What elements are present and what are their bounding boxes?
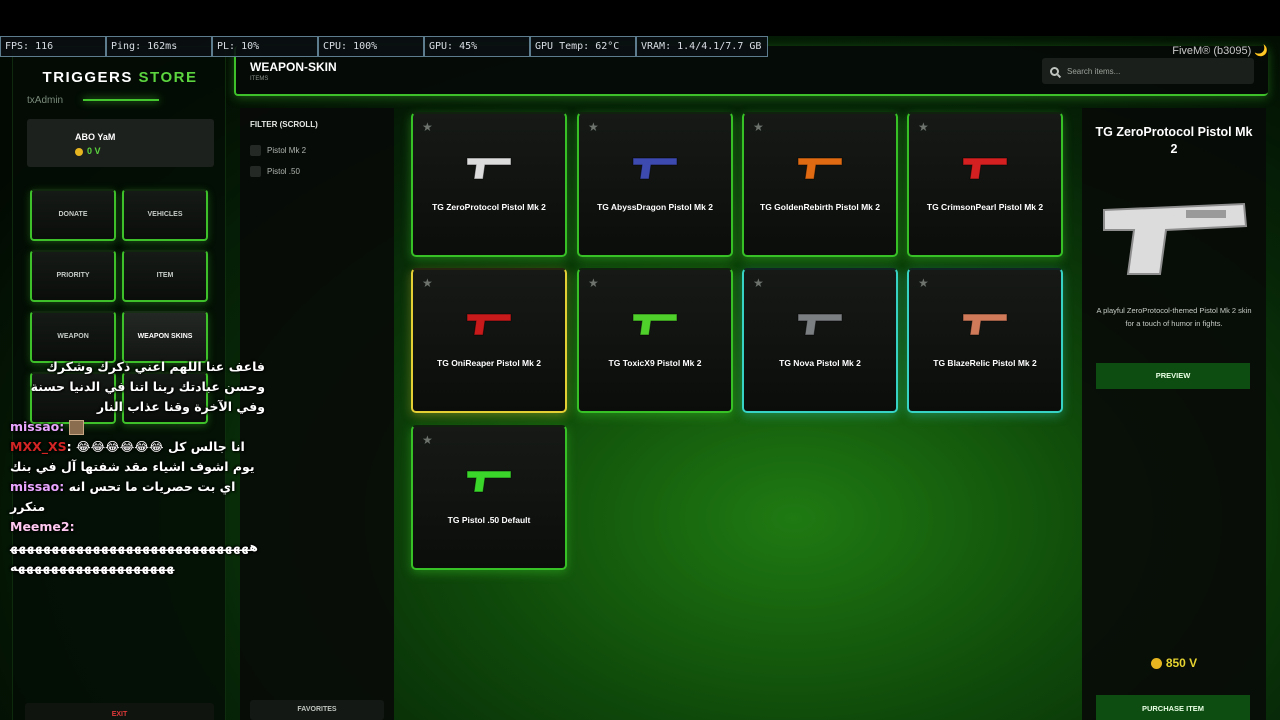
- chat-message: Meeme2: ههههههههههههههههههههههههههههههههه…: [10, 517, 265, 577]
- performance-overlay: FPS: 116 Ping: 162ms PL: 10% CPU: 100% G…: [0, 36, 768, 57]
- favorite-star-icon[interactable]: ★: [753, 120, 764, 134]
- chat-author: MXX_XS: [10, 439, 67, 454]
- item-card[interactable]: ★ TG AbyssDragon Pistol Mk 2: [577, 112, 733, 257]
- user-name: ABO YaM: [75, 132, 116, 142]
- brand-part2: STORE: [138, 69, 198, 86]
- item-name: TG OniReaper Pistol Mk 2: [437, 358, 541, 368]
- pistol-icon: [962, 313, 1008, 336]
- favorite-star-icon[interactable]: ★: [753, 276, 764, 290]
- item-card[interactable]: ★ TG GoldenRebirth Pistol Mk 2: [742, 112, 898, 257]
- image-thumbnail: [68, 420, 84, 435]
- pistol-icon: [466, 157, 512, 180]
- item-name: TG CrimsonPearl Pistol Mk 2: [926, 202, 1044, 212]
- pistol-icon: [632, 313, 678, 336]
- user-balance-value: 0 V: [87, 146, 101, 156]
- coin-icon: [75, 147, 83, 156]
- category-donate-button[interactable]: DONATE: [30, 189, 116, 241]
- chat-message: فاعف عنا اللهم اعني ذكرك وشكرك وحسن عباد…: [10, 357, 265, 417]
- packet-loss-readout: PL: 10%: [212, 36, 318, 57]
- item-name: TG BlazeRelic Pistol Mk 2: [933, 358, 1037, 368]
- pistol-icon: [466, 470, 512, 493]
- category-weapon-skins-button[interactable]: WEAPON SKINS: [122, 311, 208, 363]
- fps-readout: FPS: 116: [0, 36, 106, 57]
- search-box[interactable]: [1042, 58, 1254, 84]
- search-input[interactable]: [1067, 66, 1237, 76]
- cpu-readout: CPU: 100%: [318, 36, 424, 57]
- client-version-label: FiveM® (b3095) 🌙: [1172, 45, 1268, 57]
- pistol-icon: [466, 313, 512, 336]
- favorite-star-icon[interactable]: ★: [588, 120, 599, 134]
- favorite-star-icon[interactable]: ★: [918, 120, 929, 134]
- user-card: ABO YaM 0 V: [27, 119, 214, 167]
- brand-part1: TRIGGERS: [42, 69, 133, 86]
- selected-item-description: A playful ZeroProtocol-themed Pistol Mk …: [1096, 306, 1252, 328]
- item-name: TG ToxicX9 Pistol Mk 2: [608, 358, 702, 368]
- page-subtitle: ITEMS: [250, 76, 269, 82]
- top-black-band: [0, 0, 1280, 36]
- chat-message: missao:: [10, 417, 265, 437]
- item-card[interactable]: ★ TG OniReaper Pistol Mk 2: [411, 268, 567, 413]
- filter-option-pistol-mk2[interactable]: Pistol Mk 2: [250, 145, 306, 156]
- filter-title: FILTER (SCROLL): [250, 120, 318, 129]
- chat-message: MXX_XS: 😂😂😂😂😂😂 انا جالس كل يوم اشوف اشيا…: [10, 437, 265, 477]
- favorite-star-icon[interactable]: ★: [918, 276, 929, 290]
- item-name: TG ZeroProtocol Pistol Mk 2: [432, 202, 546, 212]
- txadmin-label: txAdmin: [27, 95, 64, 106]
- chat-author: missao:: [10, 419, 65, 434]
- item-name: TG Nova Pistol Mk 2: [779, 358, 861, 368]
- filter-option-pistol-50[interactable]: Pistol .50: [250, 166, 300, 177]
- selected-item-title: TG ZeroProtocol Pistol Mk 2: [1095, 125, 1253, 156]
- item-name: TG Pistol .50 Default: [447, 515, 531, 525]
- favorite-star-icon[interactable]: ★: [422, 276, 433, 290]
- user-balance: 0 V: [75, 146, 101, 156]
- pistol-icon: [632, 157, 678, 180]
- category-priority-button[interactable]: PRIORITY: [30, 250, 116, 302]
- selected-pistol-icon: [1103, 202, 1248, 275]
- item-card[interactable]: ★ TG ToxicX9 Pistol Mk 2: [577, 268, 733, 413]
- chat-message: missao: اي بت حصريات ما تحس انه منكرر: [10, 477, 265, 517]
- store-logo: TRIGGERS STORE: [13, 69, 227, 86]
- purchase-button[interactable]: PURCHASE ITEM: [1096, 695, 1250, 720]
- item-card[interactable]: ★ TG Nova Pistol Mk 2: [742, 268, 898, 413]
- favorite-star-icon[interactable]: ★: [422, 433, 433, 447]
- filter-checkbox[interactable]: [250, 145, 261, 156]
- exit-button[interactable]: EXIT: [25, 703, 214, 720]
- vram-readout: VRAM: 1.4/4.1/7.7 GB: [636, 36, 768, 57]
- search-icon: [1050, 66, 1059, 76]
- preview-button[interactable]: PREVIEW: [1096, 363, 1250, 389]
- item-name: TG GoldenRebirth Pistol Mk 2: [760, 202, 880, 212]
- pistol-icon: [962, 157, 1008, 180]
- item-details-panel: TG ZeroProtocol Pistol Mk 2 A playful Ze…: [1082, 108, 1266, 720]
- favorite-star-icon[interactable]: ★: [588, 276, 599, 290]
- brand-underline: [83, 99, 159, 101]
- favorites-button[interactable]: FAVORITES: [250, 700, 384, 720]
- item-name: TG AbyssDragon Pistol Mk 2: [597, 202, 713, 212]
- gpu-temp-readout: GPU Temp: 62°C: [530, 36, 636, 57]
- item-price-value: 850 V: [1165, 656, 1198, 670]
- category-item-button[interactable]: ITEM: [122, 250, 208, 302]
- page-title: WEAPON-SKIN: [250, 60, 337, 74]
- item-card[interactable]: ★ TG Pistol .50 Default: [411, 425, 567, 570]
- coin-icon: [1150, 658, 1162, 670]
- pistol-icon: [797, 313, 843, 336]
- pistol-icon: [797, 157, 843, 180]
- filter-option-label: Pistol .50: [267, 167, 300, 176]
- chat-overlay: فاعف عنا اللهم اعني ذكرك وشكرك وحسن عباد…: [10, 357, 265, 577]
- chat-author: missao:: [10, 479, 65, 494]
- filter-option-label: Pistol Mk 2: [267, 146, 307, 155]
- item-card[interactable]: ★ TG ZeroProtocol Pistol Mk 2: [411, 112, 567, 257]
- favorite-star-icon[interactable]: ★: [422, 120, 433, 134]
- item-card[interactable]: ★ TG BlazeRelic Pistol Mk 2: [907, 268, 1063, 413]
- item-card[interactable]: ★ TG CrimsonPearl Pistol Mk 2: [907, 112, 1063, 257]
- gpu-readout: GPU: 45%: [424, 36, 530, 57]
- chat-text: هههههههههههههههههههههههههههههههههههههههه…: [10, 539, 258, 574]
- category-weapon-button[interactable]: WEAPON: [30, 311, 116, 363]
- category-vehicles-button[interactable]: VEHICLES: [122, 189, 208, 241]
- chat-text: فاعف عنا اللهم اعني ذكرك وشكرك وحسن عباد…: [30, 359, 265, 414]
- item-price: 850 V: [1082, 656, 1266, 670]
- filter-checkbox[interactable]: [250, 166, 261, 177]
- chat-author: Meeme2:: [10, 519, 75, 534]
- ping-readout: Ping: 162ms: [106, 36, 212, 57]
